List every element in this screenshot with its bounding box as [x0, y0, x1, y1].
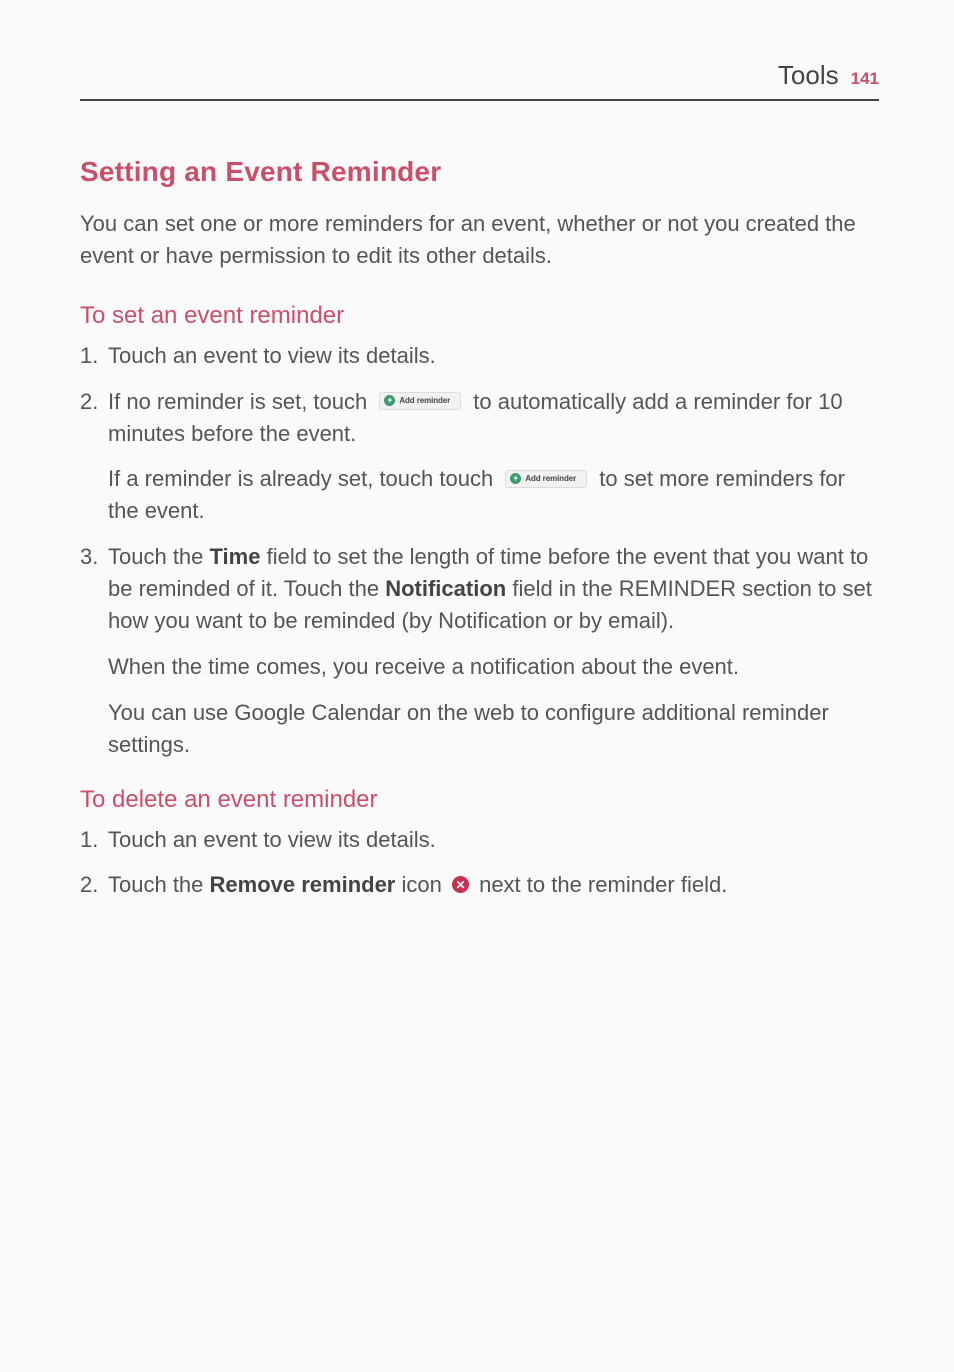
list-text: Touch the	[108, 872, 210, 897]
header-page-number: 141	[851, 69, 879, 89]
list-item: Touch the Remove reminder icon ✕ next to…	[80, 869, 879, 901]
list-text: Touch an event to view its details.	[108, 343, 436, 368]
list-item: Touch an event to view its details.	[80, 824, 879, 856]
section-heading: Setting an Event Reminder	[80, 156, 879, 188]
bold-time: Time	[210, 544, 261, 569]
subheading-set-reminder: To set an event reminder	[80, 302, 879, 330]
add-reminder-badge: + Add reminder	[505, 470, 587, 488]
list-text: If no reminder is set, touch	[108, 389, 373, 414]
remove-icon: ✕	[452, 876, 469, 893]
bold-remove-reminder: Remove reminder	[210, 872, 396, 897]
list-item: Touch the Time field to set the length o…	[80, 541, 879, 760]
delete-reminder-list: Touch an event to view its details. Touc…	[80, 824, 879, 902]
list-subtext: You can use Google Calendar on the web t…	[108, 697, 879, 761]
list-subtext: When the time comes, you receive a notif…	[108, 651, 879, 683]
list-text: next to the reminder field.	[473, 872, 727, 897]
list-text: icon	[395, 872, 448, 897]
set-reminder-list: Touch an event to view its details. If n…	[80, 340, 879, 761]
badge-label: Add reminder	[399, 395, 450, 407]
subheading-delete-reminder: To delete an event reminder	[80, 786, 879, 814]
plus-icon: +	[510, 473, 521, 484]
badge-label: Add reminder	[525, 473, 576, 485]
section-intro: You can set one or more reminders for an…	[80, 208, 879, 272]
page-header: Tools 141	[80, 60, 879, 101]
list-item: If no reminder is set, touch + Add remind…	[80, 386, 879, 528]
bold-notification: Notification	[385, 576, 506, 601]
list-subtext: If a reminder is already set, touch touc…	[108, 463, 879, 527]
list-item: Touch an event to view its details.	[80, 340, 879, 372]
list-text: Touch the	[108, 544, 210, 569]
plus-icon: +	[384, 395, 395, 406]
list-text: Touch an event to view its details.	[108, 827, 436, 852]
header-section-title: Tools	[778, 60, 839, 91]
list-text: If a reminder is already set, touch touc…	[108, 466, 499, 491]
add-reminder-badge: + Add reminder	[379, 392, 461, 410]
